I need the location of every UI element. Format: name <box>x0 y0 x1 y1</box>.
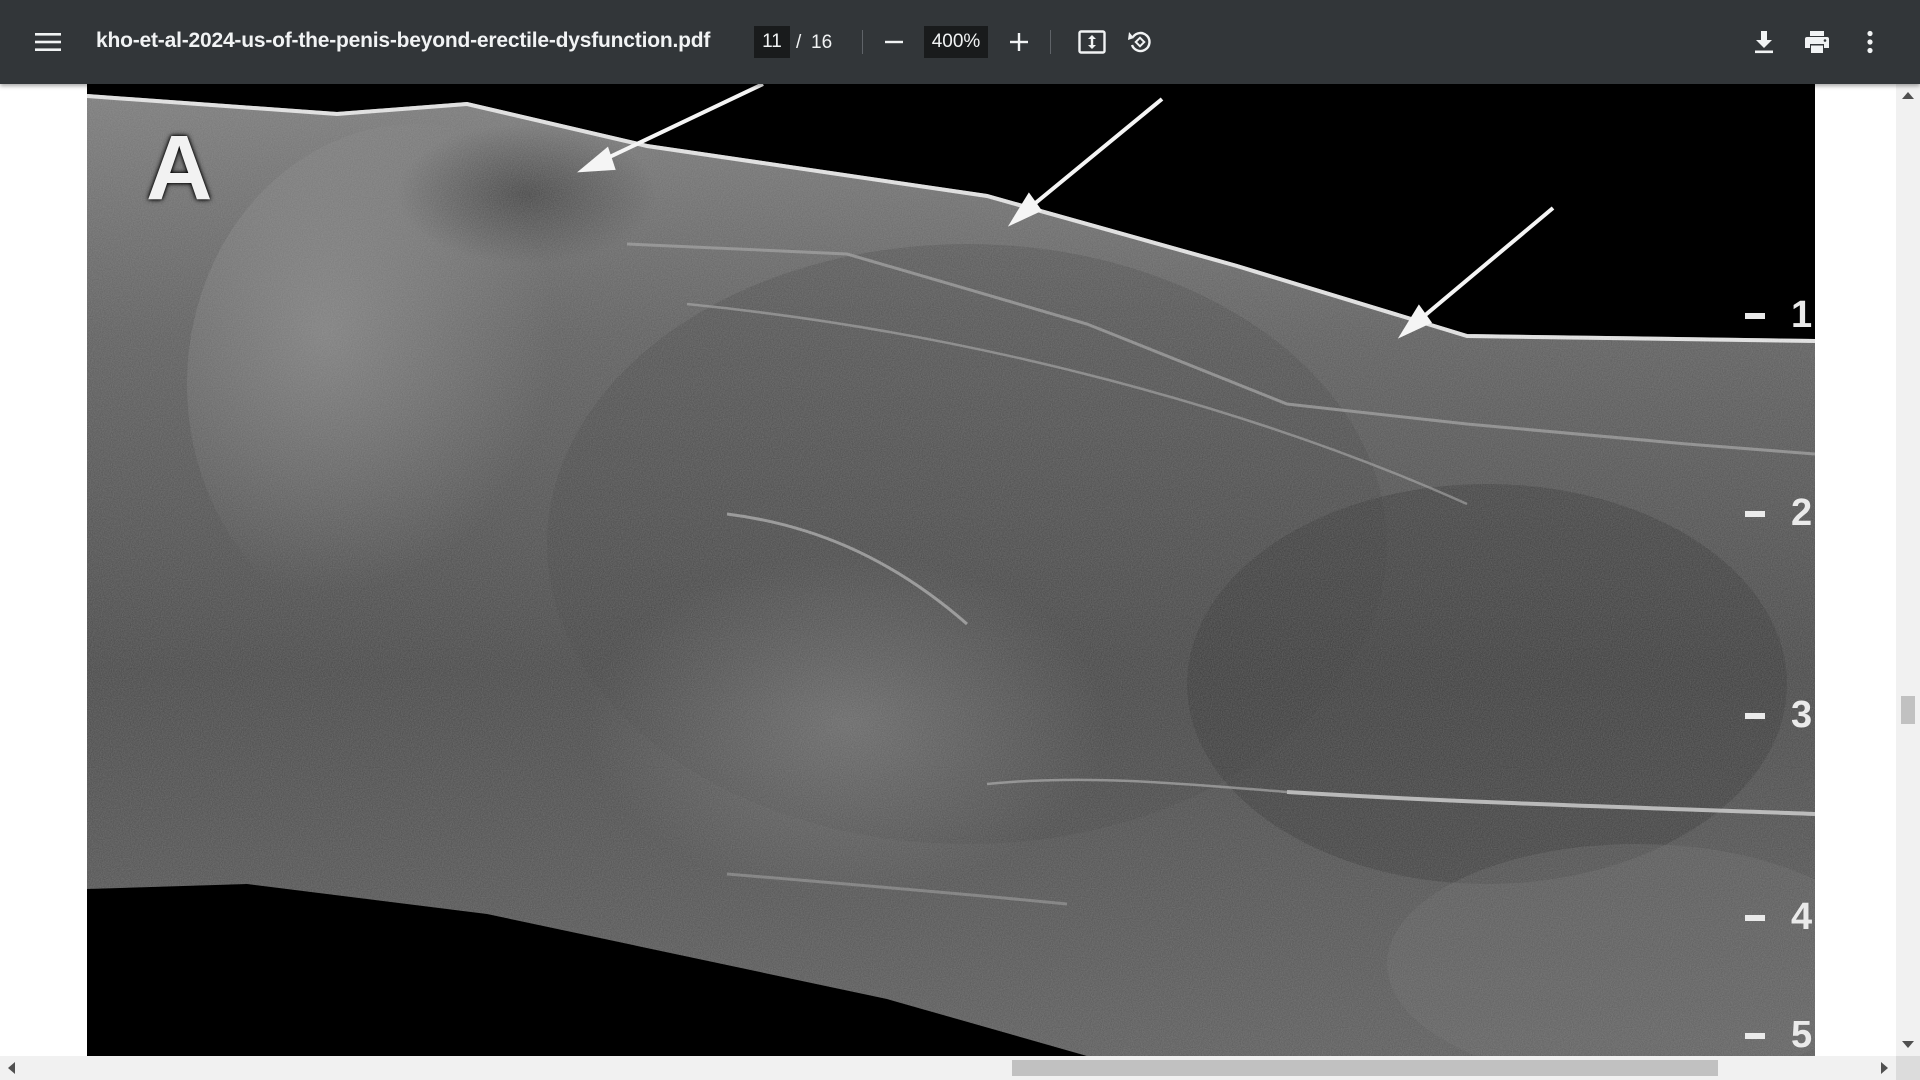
depth-scale-label: 2 <box>1791 492 1813 534</box>
document-title: kho-et-al-2024-us-of-the-penis-beyond-er… <box>96 29 711 52</box>
depth-scale-mark: 1 <box>1745 294 1812 337</box>
scroll-right-arrow-icon[interactable] <box>1881 1062 1888 1074</box>
scroll-up-arrow-icon[interactable] <box>1902 92 1914 99</box>
figure-panel-label: A <box>146 117 213 219</box>
depth-scale-tick <box>1745 914 1765 921</box>
depth-scale-label: 5 <box>1791 1014 1813 1056</box>
more-vertical-icon <box>1867 30 1873 54</box>
menu-button[interactable] <box>28 22 68 62</box>
menu-icon <box>35 33 61 51</box>
depth-scale-tick <box>1745 312 1765 319</box>
depth-scale-tick <box>1745 510 1765 517</box>
scrollbar-corner <box>1896 1056 1920 1080</box>
depth-scale-label: 4 <box>1791 896 1813 938</box>
depth-scale-label: 3 <box>1791 694 1813 736</box>
vertical-scrollbar[interactable] <box>1896 84 1920 1056</box>
depth-scale-mark: 3 <box>1745 694 1812 737</box>
depth-scale-mark: 5 <box>1745 1014 1812 1056</box>
plus-icon <box>1010 33 1028 51</box>
download-button[interactable] <box>1744 22 1784 62</box>
depth-scale-tick <box>1745 1032 1765 1039</box>
depth-scale-mark: 4 <box>1745 896 1812 939</box>
scroll-down-arrow-icon[interactable] <box>1902 1041 1914 1048</box>
zoom-out-button[interactable] <box>874 22 914 62</box>
fit-to-page-icon <box>1078 30 1106 54</box>
ultrasound-figure: A 1 2 3 4 5 <box>87 84 1815 1056</box>
depth-scale-mark: 2 <box>1745 492 1812 535</box>
depth-scale-tick <box>1745 712 1765 719</box>
pdf-toolbar: kho-et-al-2024-us-of-the-penis-beyond-er… <box>0 0 1920 84</box>
toolbar-divider <box>862 30 863 54</box>
toolbar-divider <box>1050 30 1051 54</box>
rotate-button[interactable] <box>1120 22 1160 62</box>
total-pages: 16 <box>811 32 833 53</box>
more-options-button[interactable] <box>1850 22 1890 62</box>
pdf-viewer[interactable]: A 1 2 3 4 5 <box>0 84 1920 1080</box>
fit-to-page-button[interactable] <box>1072 22 1112 62</box>
minus-icon <box>885 40 903 44</box>
print-icon <box>1805 31 1829 53</box>
download-icon <box>1755 31 1773 54</box>
zoom-in-button[interactable] <box>999 22 1039 62</box>
zoom-level-input[interactable] <box>924 26 988 58</box>
print-button[interactable] <box>1797 22 1837 62</box>
ultrasound-image <box>87 84 1815 1056</box>
horizontal-scrollbar[interactable] <box>0 1056 1896 1080</box>
scroll-left-arrow-icon[interactable] <box>8 1062 15 1074</box>
page-separator: / <box>796 32 802 53</box>
page-number-input[interactable] <box>754 26 790 58</box>
vertical-scroll-thumb[interactable] <box>1901 696 1915 724</box>
horizontal-scroll-thumb[interactable] <box>1012 1060 1718 1076</box>
rotate-counterclockwise-icon <box>1128 31 1151 53</box>
depth-scale-label: 1 <box>1791 294 1813 336</box>
